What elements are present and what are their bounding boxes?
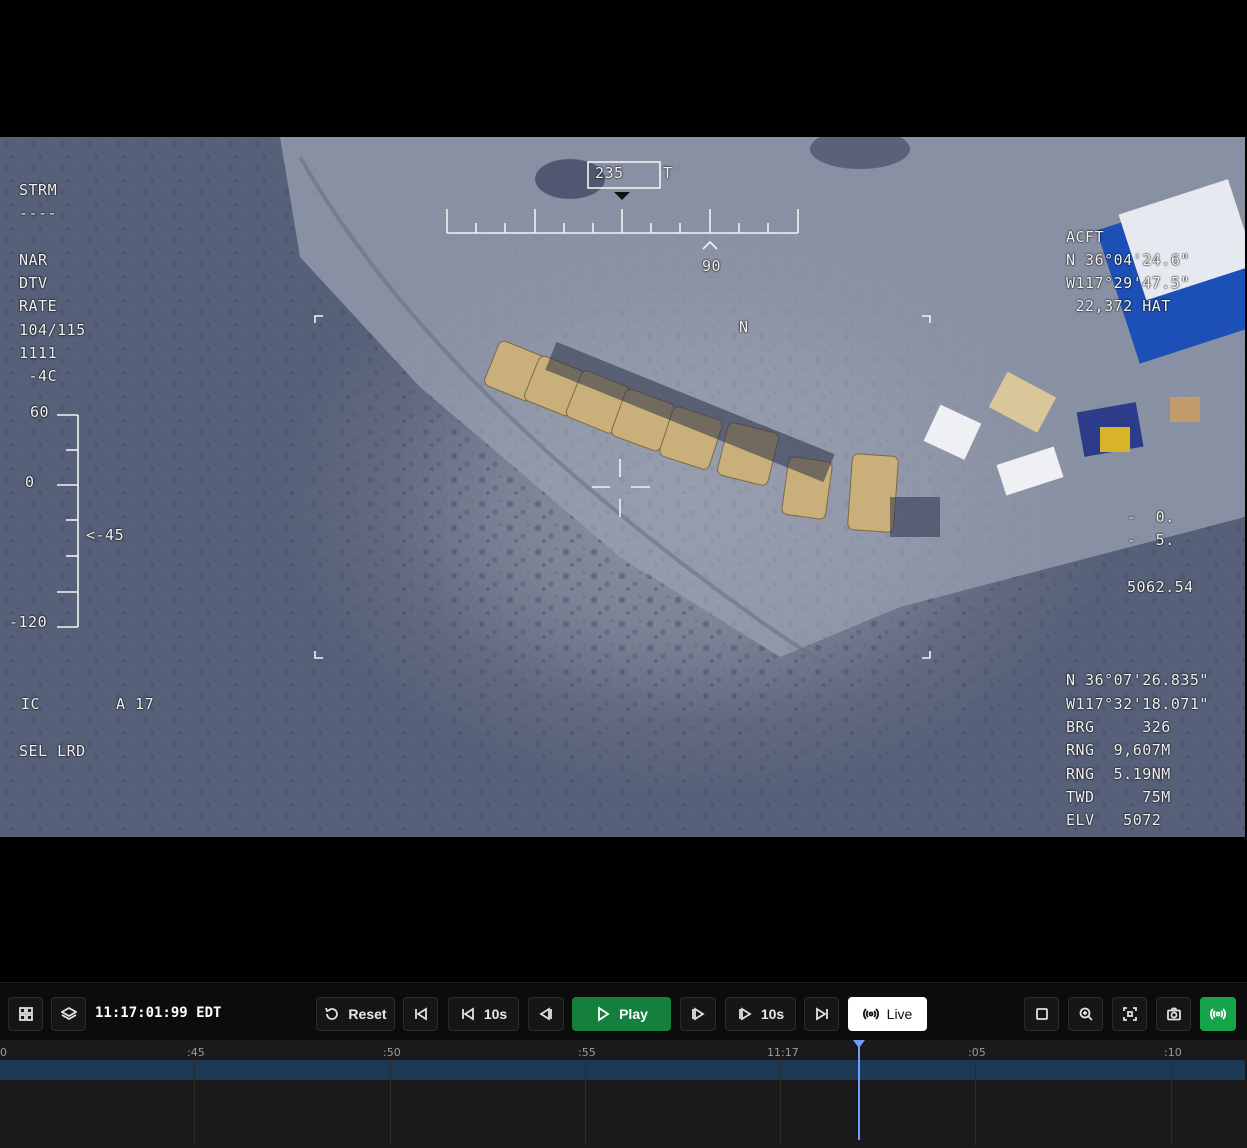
target-elevation: ELV 5072 bbox=[1066, 811, 1162, 829]
timeline[interactable]: 0 :45 :50 :55 11:17 :05 :10 bbox=[0, 1040, 1247, 1148]
zoom-in-icon bbox=[1079, 1007, 1093, 1021]
tick-line bbox=[585, 1060, 586, 1146]
tick-line bbox=[975, 1060, 976, 1146]
layers-button[interactable] bbox=[51, 997, 86, 1031]
broadcast-button[interactable] bbox=[1200, 997, 1236, 1031]
hud-graphics bbox=[57, 161, 931, 659]
skip-start-button[interactable] bbox=[403, 997, 438, 1031]
current-time: 11:17:01:99 EDT bbox=[95, 1005, 222, 1021]
step-forward-button[interactable] bbox=[680, 997, 716, 1031]
sel-lrd-label: SEL LRD bbox=[19, 742, 86, 760]
right-mid-1: - 0. bbox=[1127, 508, 1175, 526]
tick-label: 11:17 bbox=[767, 1046, 799, 1059]
broadcast-icon bbox=[1210, 1008, 1226, 1020]
fit-screen-button[interactable] bbox=[1112, 997, 1147, 1031]
layers-icon bbox=[60, 1006, 77, 1021]
tick-label: :05 bbox=[968, 1046, 986, 1059]
acft-latitude: N 36°04'24.6" bbox=[1066, 251, 1190, 269]
tick-line bbox=[390, 1060, 391, 1146]
acft-title: ACFT bbox=[1066, 228, 1105, 246]
skip-start-icon bbox=[414, 1007, 427, 1021]
acft-altitude: 22,372 HAT bbox=[1066, 297, 1171, 315]
square-icon bbox=[1035, 1008, 1048, 1020]
elev-scale-mid: 0 bbox=[25, 473, 35, 491]
status-strm: STRM bbox=[19, 181, 58, 199]
skip-end-button[interactable] bbox=[804, 997, 839, 1031]
live-button[interactable]: Live bbox=[848, 997, 927, 1031]
target-longitude: W117°32'18.071" bbox=[1066, 695, 1209, 713]
forward-10s-label: 10s bbox=[760, 1006, 785, 1022]
tick-line bbox=[780, 1060, 781, 1146]
target-twd: TWD 75M bbox=[1066, 788, 1171, 806]
elev-scale-top: 60 bbox=[30, 403, 50, 421]
status-ratio: 104/115 bbox=[19, 321, 86, 339]
playhead-handle[interactable] bbox=[853, 1040, 865, 1048]
back-10s-button[interactable]: 10s bbox=[448, 997, 519, 1031]
status-dashes: ---- bbox=[19, 204, 58, 222]
playhead[interactable] bbox=[858, 1040, 860, 1140]
status-temp: -4C bbox=[19, 367, 58, 385]
north-indicator: N bbox=[739, 318, 749, 336]
status-code: 1111 bbox=[19, 344, 58, 362]
live-icon bbox=[862, 1008, 879, 1020]
frame-toggle-button[interactable] bbox=[1024, 997, 1059, 1031]
acft-longitude: W117°29'47.5" bbox=[1066, 274, 1190, 292]
elev-pointer: <-45 bbox=[86, 526, 125, 544]
heading-value: 235 bbox=[595, 164, 624, 182]
target-range-m: RNG 9,607M bbox=[1066, 741, 1171, 759]
status-dtv: DTV bbox=[19, 274, 48, 292]
grid-icon bbox=[18, 1007, 33, 1021]
camera-icon bbox=[1166, 1007, 1181, 1021]
step-back-button[interactable] bbox=[528, 997, 564, 1031]
right-mid-2: - 5. bbox=[1127, 531, 1175, 549]
tick-label: :10 bbox=[1164, 1046, 1182, 1059]
ic-label: IC bbox=[21, 695, 41, 713]
tick-label: :45 bbox=[187, 1046, 205, 1059]
fit-screen-icon bbox=[1122, 1007, 1137, 1021]
tick-label: 0 bbox=[0, 1046, 7, 1059]
status-rate: RATE bbox=[19, 297, 58, 315]
back-10-icon bbox=[461, 1007, 474, 1021]
elev-scale-bottom: -120 bbox=[9, 613, 48, 631]
step-forward-icon bbox=[692, 1007, 705, 1021]
grid-button[interactable] bbox=[8, 997, 43, 1031]
playback-controls: 11:17:01:99 EDT Reset 10s Play 10s Live bbox=[0, 982, 1247, 1041]
video-feed[interactable]: 235 T 90 N STRM ---- NAR DTV RATE 104/11… bbox=[0, 137, 1245, 837]
live-label: Live bbox=[886, 1006, 913, 1022]
target-latitude: N 36°07'26.835" bbox=[1066, 671, 1209, 689]
target-range-nm: RNG 5.19NM bbox=[1066, 765, 1171, 783]
right-value: 5062.54 bbox=[1127, 578, 1194, 596]
forward-10-icon bbox=[738, 1007, 752, 1021]
timeline-track[interactable] bbox=[0, 1060, 1245, 1080]
play-label: Play bbox=[619, 1006, 648, 1022]
skip-end-icon bbox=[815, 1007, 828, 1021]
tick-label: :55 bbox=[578, 1046, 596, 1059]
reset-button[interactable]: Reset bbox=[316, 997, 395, 1031]
play-icon bbox=[598, 1006, 610, 1022]
tick-line bbox=[194, 1060, 195, 1146]
step-back-icon bbox=[539, 1007, 552, 1021]
heading-reference: T bbox=[663, 164, 673, 182]
target-bearing: BRG 326 bbox=[1066, 718, 1171, 736]
tick-label: :50 bbox=[383, 1046, 401, 1059]
play-button[interactable]: Play bbox=[572, 997, 671, 1031]
status-nar: NAR bbox=[19, 251, 48, 269]
scale-value: 90 bbox=[702, 257, 722, 275]
reset-label: Reset bbox=[348, 1006, 387, 1022]
snapshot-button[interactable] bbox=[1156, 997, 1191, 1031]
forward-10s-button[interactable]: 10s bbox=[725, 997, 796, 1031]
a17-label: A 17 bbox=[116, 695, 155, 713]
back-10s-label: 10s bbox=[483, 1006, 508, 1022]
zoom-in-button[interactable] bbox=[1068, 997, 1103, 1031]
reset-icon bbox=[325, 1007, 339, 1020]
tick-line bbox=[1171, 1060, 1172, 1146]
